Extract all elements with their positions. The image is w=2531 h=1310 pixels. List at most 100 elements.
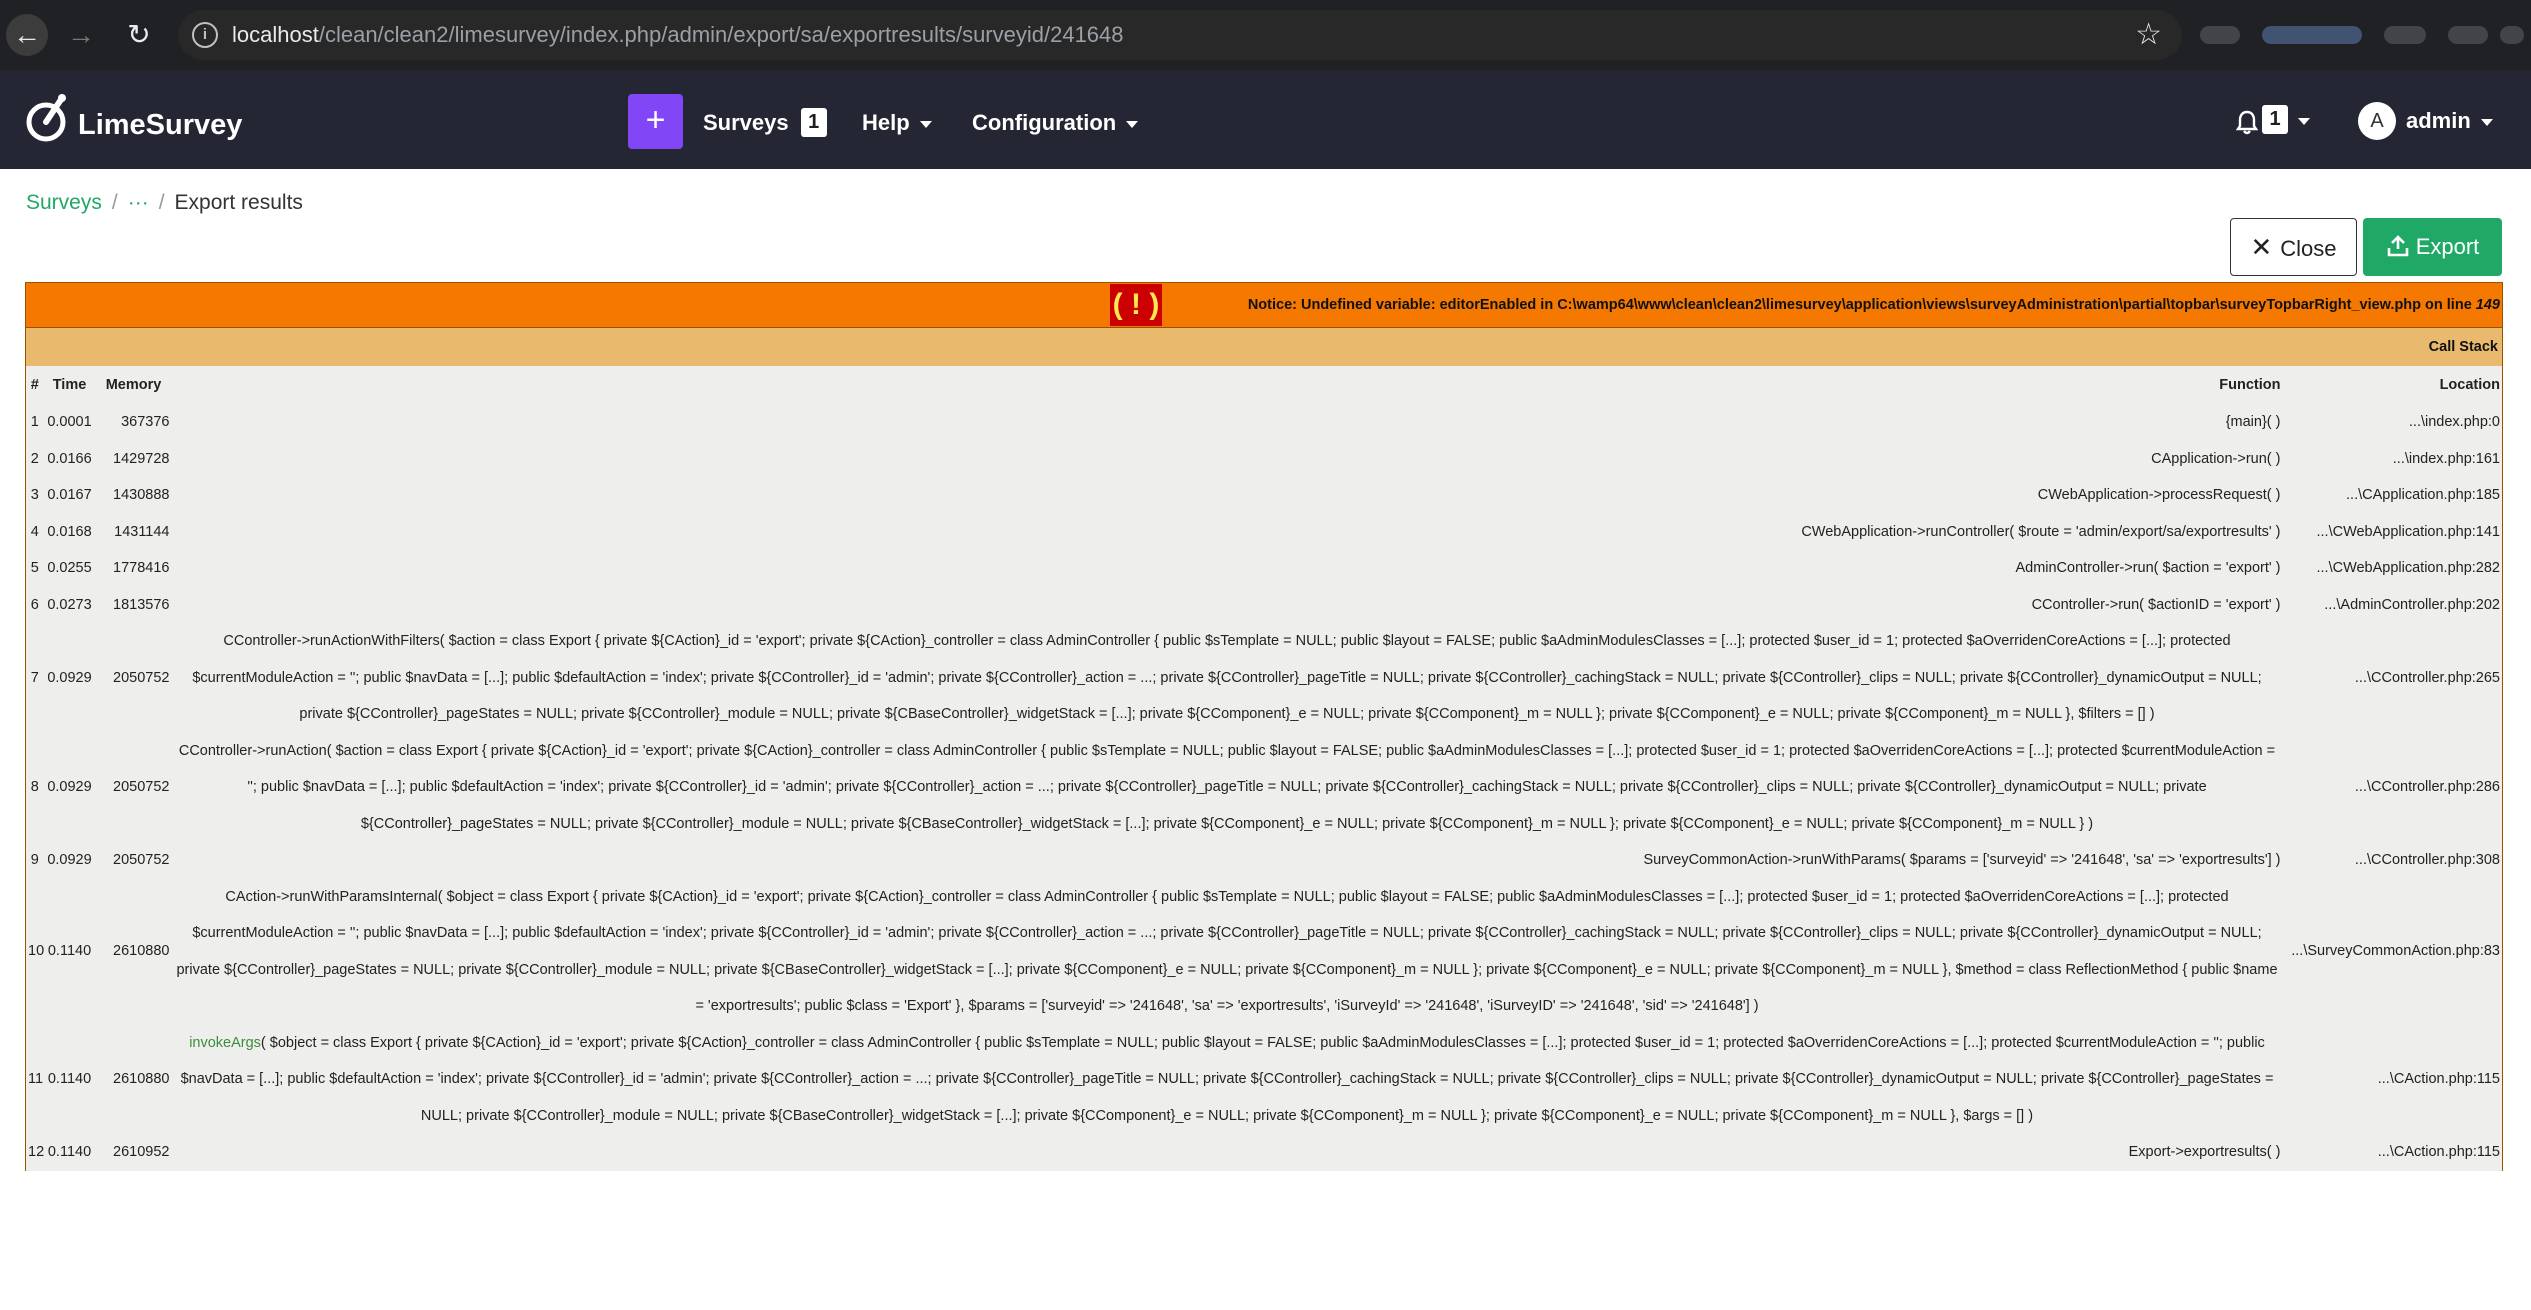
- logo-text[interactable]: LimeSurvey: [78, 108, 242, 142]
- cell-number: 7: [30, 669, 39, 686]
- bell-icon[interactable]: [2236, 109, 2258, 135]
- cell-number: 11: [28, 1071, 44, 1087]
- surveys-count-badge: 1: [800, 108, 827, 137]
- cell-time: 0.0001: [47, 414, 92, 430]
- extension-icon[interactable]: [2262, 26, 2362, 44]
- cell-number: 9: [30, 852, 39, 868]
- cell-function: {main}( ): [172, 404, 2283, 441]
- error-message: Notice: Undefined variable: editorEnable…: [1247, 297, 2500, 313]
- breadcrumb-separator: /: [111, 191, 118, 214]
- cell-location: ...\index.php:0: [2408, 414, 2500, 430]
- table-header-row: # Time Memory Function Location: [26, 366, 2503, 404]
- cell-time: 0.0166: [47, 450, 92, 467]
- cell-memory: 2610952: [113, 1144, 170, 1160]
- table-row: 1 0.0001 367376 {main}( ) ...\index.php:0: [26, 404, 2503, 441]
- cell-memory: 2610880: [113, 1071, 170, 1087]
- extension-icon[interactable]: [2200, 26, 2240, 44]
- table-row: 5 0.0255 1778416 AdminController->run( $act…: [26, 550, 2503, 587]
- cell-location: ...\CController.php:286: [2354, 779, 2500, 795]
- cell-number: 2: [30, 450, 39, 467]
- cell-memory: 1813576: [113, 596, 170, 613]
- chevron-down-icon: [2298, 117, 2310, 125]
- cell-function: CWebApplication->processRequest( ): [172, 477, 2283, 514]
- cell-function: CAction->runWithParamsInternal( $object …: [172, 879, 2283, 1025]
- breadcrumb-surveys-link[interactable]: Surveys: [26, 191, 102, 214]
- reload-icon[interactable]: ↻: [118, 14, 160, 56]
- user-menu[interactable]: admin: [2406, 106, 2493, 136]
- chevron-down-icon: [2480, 118, 2493, 126]
- function-text: CWebApplication->processRequest( ): [2037, 487, 2281, 503]
- table-row: 6 0.0273 1813576 CController->run( $actionI…: [26, 587, 2503, 624]
- cell-function: CApplication->run( ): [172, 441, 2283, 478]
- table-row: 10 0.1140 2610880 CAction->runWithParamsInt…: [26, 879, 2503, 1025]
- function-text: CController->runActionWithFilters( $acti…: [192, 633, 2262, 722]
- browser-toolbar: ← → ↻ localhost/clean/clean2/limesurvey/…: [0, 0, 2531, 70]
- cell-memory: 1778416: [113, 560, 170, 576]
- table-row: 3 0.0167 1430888 CWebApplication->processRe…: [26, 477, 2503, 514]
- function-text: CController->run( $actionID = 'export' ): [2031, 596, 2281, 613]
- help-menu[interactable]: Help: [862, 108, 932, 138]
- close-button-label: Close: [2280, 236, 2337, 261]
- cell-time: 0.1140: [47, 1071, 92, 1087]
- cell-number: 12: [28, 1144, 45, 1160]
- surveys-menu[interactable]: Surveys 1: [703, 108, 827, 138]
- cell-time: 0.0929: [47, 852, 92, 868]
- avatar[interactable]: A: [2358, 102, 2396, 140]
- close-button[interactable]: ✕ Close: [2230, 218, 2357, 276]
- cell-time: 0.0255: [47, 560, 92, 576]
- call-stack-title: Call Stack: [25, 328, 2503, 366]
- configuration-menu[interactable]: Configuration: [972, 108, 1139, 138]
- bookmark-star-icon[interactable]: ☆: [2135, 18, 2162, 52]
- upload-icon: [2387, 235, 2409, 257]
- error-header-row: ( ! ) Notice: Undefined variable: editor…: [25, 282, 2503, 328]
- notifications-menu[interactable]: 1: [2262, 105, 2310, 135]
- cell-number: 8: [30, 779, 39, 795]
- create-survey-button[interactable]: +: [628, 94, 683, 149]
- menu-icon[interactable]: [2500, 26, 2524, 44]
- export-button[interactable]: Export: [2363, 218, 2502, 276]
- function-text: CAction->runWithParamsInternal( $object …: [176, 888, 2278, 1015]
- app-navbar: LimeSurvey + Surveys 1 Help Configuration…: [0, 70, 2531, 169]
- back-arrow-icon[interactable]: ←: [6, 14, 48, 56]
- cell-time: 0.1140: [47, 943, 92, 960]
- cell-number: 6: [30, 596, 39, 613]
- cell-number: 3: [30, 487, 39, 503]
- cell-function: CWebApplication->runController( $route =…: [172, 514, 2283, 551]
- cell-location: ...\CWebApplication.php:282: [2316, 560, 2500, 576]
- profile-icon[interactable]: [2448, 26, 2488, 44]
- breadcrumb: Surveys / ··· / Export results: [26, 188, 303, 218]
- cell-time: 0.1140: [47, 1144, 92, 1160]
- export-button-label: Export: [2415, 234, 2480, 259]
- column-header-memory: Memory: [105, 377, 162, 393]
- address-bar[interactable]: localhost/clean/clean2/limesurvey/index.…: [178, 10, 2182, 60]
- cell-function: CController->runAction( $action = class …: [172, 733, 2283, 843]
- cell-time: 0.0273: [47, 596, 92, 613]
- function-text: CWebApplication->runController( $route =…: [1801, 523, 2281, 540]
- cell-memory: 2050752: [113, 669, 170, 686]
- call-stack-table: # Time Memory Function Location 1 0.0001 3…: [25, 366, 2503, 1171]
- cell-number: 5: [30, 560, 39, 576]
- cell-time: 0.0929: [47, 779, 92, 795]
- chevron-down-icon: [919, 120, 932, 128]
- cell-location: ...\index.php:161: [2392, 450, 2500, 467]
- cell-function: SurveyCommonAction->runWithParams( $para…: [172, 842, 2283, 879]
- extension-icon[interactable]: [2384, 26, 2426, 44]
- breadcrumb-ellipsis-link[interactable]: ···: [128, 191, 149, 214]
- limesurvey-logo-icon[interactable]: [24, 92, 72, 144]
- cell-memory: 1429728: [113, 450, 170, 467]
- site-info-icon[interactable]: [192, 22, 218, 48]
- cell-time: 0.0929: [47, 669, 92, 686]
- function-link[interactable]: invokeArgs: [189, 1035, 261, 1051]
- url-text[interactable]: localhost/clean/clean2/limesurvey/index.…: [232, 21, 1124, 49]
- cell-location: ...\SurveyCommonAction.php:83: [2291, 943, 2500, 960]
- cell-time: 0.0168: [47, 523, 92, 540]
- cell-location: ...\AdminController.php:202: [2324, 596, 2500, 613]
- breadcrumb-separator: /: [158, 191, 165, 214]
- cell-function: AdminController->run( $action = 'export'…: [172, 550, 2283, 587]
- cell-memory: 2610880: [113, 943, 170, 960]
- forward-arrow-icon[interactable]: →: [60, 14, 102, 56]
- cell-time: 0.0167: [47, 487, 92, 503]
- cell-location: ...\CApplication.php:185: [2346, 487, 2500, 503]
- table-row: 2 0.0166 1429728 CApplication->run( ) ...\in…: [26, 441, 2503, 478]
- cell-location: ...\CWebApplication.php:141: [2316, 523, 2500, 540]
